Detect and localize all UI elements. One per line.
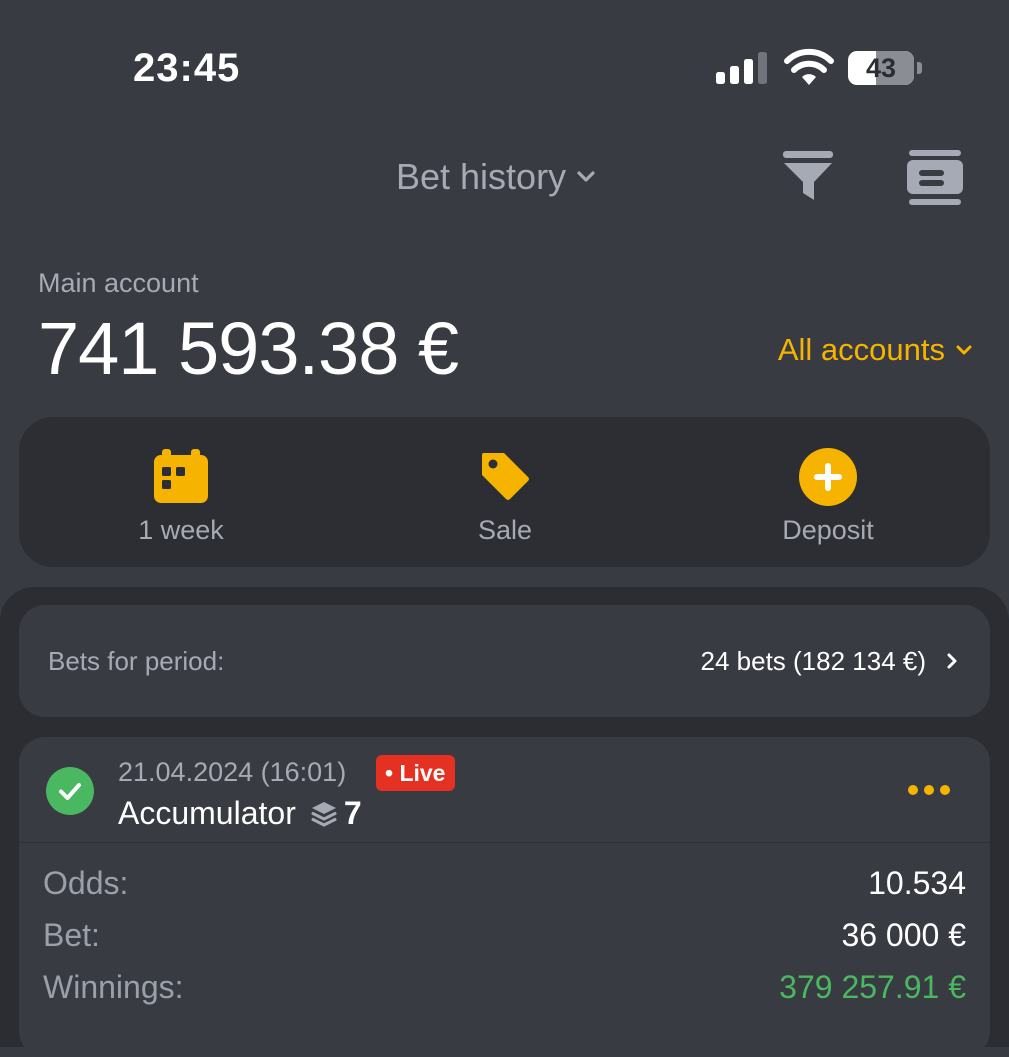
calendar-icon	[154, 449, 208, 503]
status-bar: 23:45 43	[0, 0, 1009, 130]
sale-button[interactable]: Sale	[405, 417, 605, 567]
account-balance: 741 593.38 €	[38, 307, 459, 390]
divider	[19, 842, 990, 843]
action-label: Sale	[477, 515, 533, 545]
quick-actions-card: 1 week Sale Deposit	[19, 417, 990, 567]
wifi-icon	[784, 48, 834, 85]
bet-card[interactable]: 21.04.2024 (16:01) • Live Accumulator 7 …	[19, 737, 990, 1057]
bets-for-period-row[interactable]: Bets for period: 24 bets (182 134 €)	[19, 605, 990, 717]
all-accounts-label: All accounts	[777, 332, 945, 367]
bet-date: 21.04.2024 (16:01)	[118, 757, 347, 787]
live-badge: • Live	[376, 755, 456, 791]
tag-icon	[482, 453, 529, 500]
plus-circle-icon	[799, 448, 857, 506]
chevron-right-icon	[947, 653, 957, 669]
bet-slip-icon[interactable]	[906, 150, 964, 206]
layers-icon	[311, 801, 337, 826]
check-circle-icon	[46, 767, 94, 815]
battery-icon: 43	[848, 51, 914, 85]
bet-type: Accumulator 7	[118, 795, 362, 832]
stake-value: 36 000 €	[841, 917, 966, 953]
bet-history-dropdown[interactable]: Bet history	[396, 156, 596, 198]
chevron-down-icon	[577, 171, 595, 182]
chevron-down-icon	[956, 345, 972, 355]
odds-label: Odds:	[43, 865, 129, 901]
deposit-button[interactable]: Deposit	[728, 417, 928, 567]
winnings-label: Winnings:	[43, 969, 184, 1005]
action-label: 1 week	[138, 515, 224, 545]
period-filter-button[interactable]: 1 week	[81, 417, 281, 567]
period-summary: 24 bets (182 134 €)	[700, 646, 927, 676]
odds-value: 10.534	[868, 865, 966, 901]
bet-type-label: Accumulator	[118, 795, 296, 831]
status-time: 23:45	[133, 46, 241, 90]
all-accounts-dropdown[interactable]: All accounts	[778, 332, 973, 368]
battery-level: 43	[865, 53, 897, 83]
selections-count: 7	[343, 795, 362, 831]
account-label: Main account	[38, 268, 199, 298]
battery-tip	[917, 62, 922, 74]
filter-icon[interactable]	[782, 150, 834, 202]
action-label: Deposit	[782, 515, 874, 545]
winnings-value: 379 257.91 €	[779, 969, 966, 1005]
more-options-icon[interactable]	[907, 781, 951, 799]
period-label: Bets for period:	[48, 646, 225, 676]
cellular-signal-icon	[716, 52, 767, 84]
page-title: Bet history	[396, 156, 567, 197]
stake-label: Bet:	[43, 917, 100, 953]
